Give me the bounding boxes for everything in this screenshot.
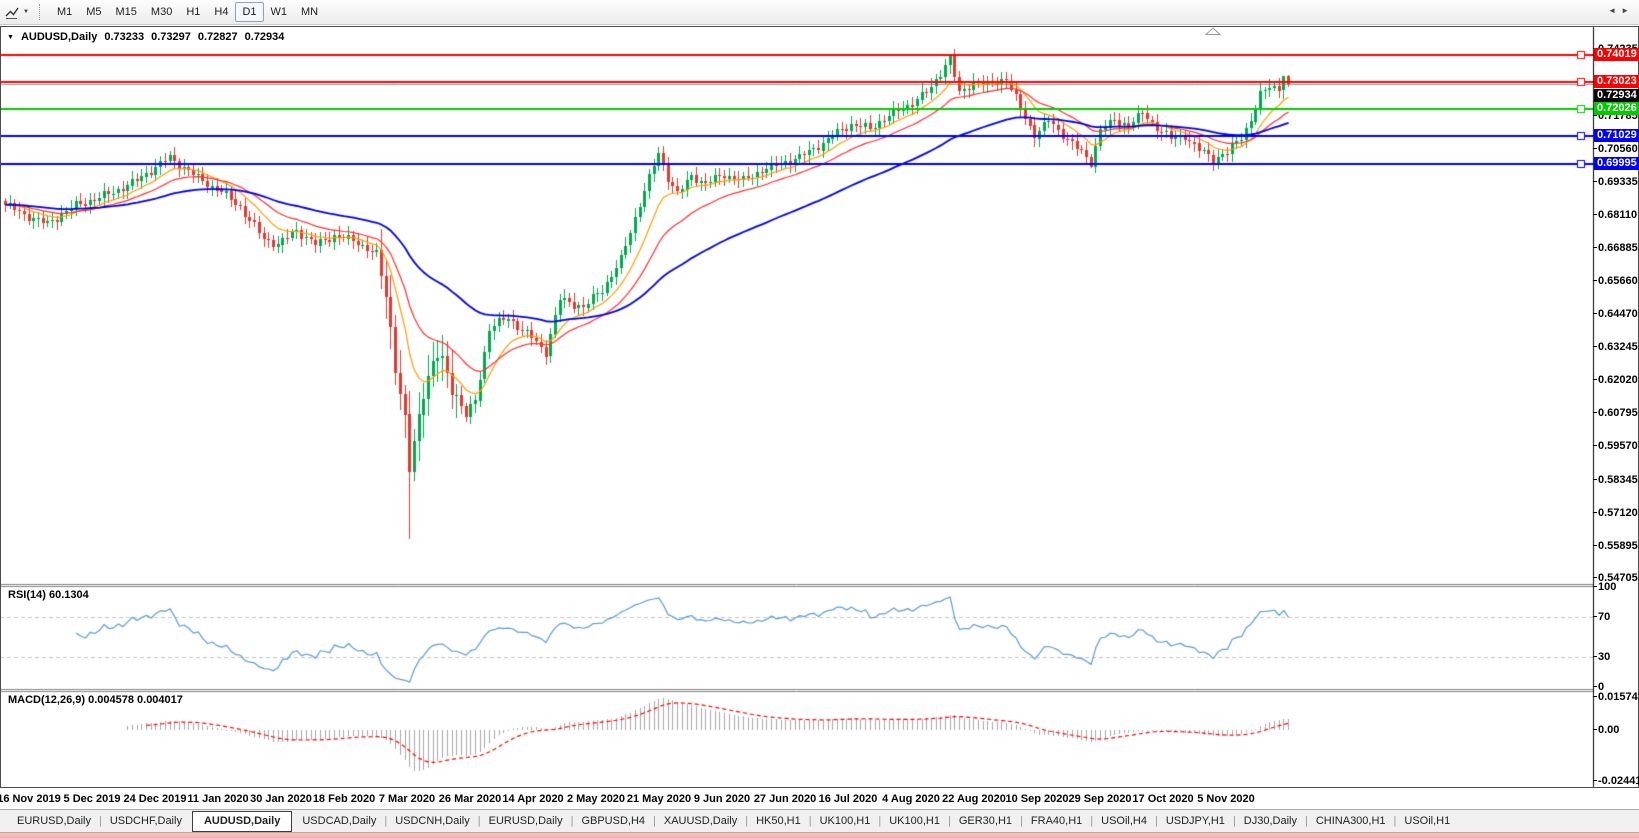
date-axis-label: 5 Dec 2019 <box>63 793 121 805</box>
date-axis-label: 5 Nov 2020 <box>1197 793 1255 805</box>
rsi-axis-label: 30 <box>1593 651 1639 663</box>
date-axis-label: 10 Sep 2020 <box>1005 793 1069 805</box>
price-axis-label: 0.69335 <box>1593 176 1639 188</box>
date-axis-label: 7 Mar 2020 <box>378 793 436 805</box>
date-axis-label: 27 Jun 2020 <box>753 793 817 805</box>
price-axis-label: 0.62020 <box>1593 374 1639 386</box>
price-axis-label: 0.65660 <box>1593 275 1639 287</box>
date-axis-label: 4 Aug 2020 <box>882 793 940 805</box>
tab-xauusd-daily[interactable]: XAUUSD,Daily <box>657 811 744 832</box>
tab-usdcnh-daily[interactable]: USDCNH,Daily <box>388 811 477 832</box>
tab-usdjpy-h1[interactable]: USDJPY,H1 <box>1159 811 1232 832</box>
timeframe-w1[interactable]: W1 <box>264 2 295 22</box>
toolbar-grip[interactable] <box>38 4 41 20</box>
tab-fra40-h1[interactable]: FRA40,H1 <box>1024 811 1089 832</box>
tab-ger30-h1[interactable]: GER30,H1 <box>952 811 1019 832</box>
date-axis-label: 24 Dec 2019 <box>123 793 187 805</box>
date-axis-label: 16 Jul 2020 <box>818 793 878 805</box>
timeframe-m5[interactable]: M5 <box>79 2 108 22</box>
price-axis-label: 0.57120 <box>1593 507 1639 519</box>
bottom-strip <box>0 832 1639 838</box>
timeframe-m30[interactable]: M30 <box>144 2 179 22</box>
date-axis-label: 22 Aug 2020 <box>942 793 1006 805</box>
price-axis-label: 0.66885 <box>1593 242 1639 254</box>
date-axis-label: 14 Apr 2020 <box>502 793 564 805</box>
price-axis-label: 0.64470 <box>1593 308 1639 320</box>
macd-axis-label: 0.015741 <box>1593 691 1639 703</box>
tab-dj30-daily[interactable]: DJ30,Daily <box>1237 811 1304 832</box>
price-axis-label: 0.59570 <box>1593 440 1639 452</box>
date-axis-label: 16 Nov 2019 <box>0 793 61 805</box>
macd-axis-label: -0.024412 <box>1593 775 1639 787</box>
timeframe-m15[interactable]: M15 <box>109 2 144 22</box>
cursor-tool-button[interactable]: ▼ <box>0 4 34 20</box>
timeframe-h1[interactable]: H1 <box>179 2 207 22</box>
chart-tab-bar: EURUSD,Daily | USDCHF,Daily AUDUSD,Daily USD… <box>0 809 1639 832</box>
date-axis-label: 11 Jan 2020 <box>187 793 249 805</box>
current-price-tag: 0.72934 <box>1594 89 1639 102</box>
date-axis-label: 9 Jun 2020 <box>693 793 751 805</box>
top-toolbar: ▼ M1 M5 M15 M30 H1 H4 D1 W1 MN <box>0 0 1639 25</box>
date-axis-label: 17 Oct 2020 <box>1132 793 1194 805</box>
chart-canvas[interactable] <box>0 0 1639 838</box>
chart-shift-marker-icon <box>1205 27 1221 35</box>
date-axis-label: 18 Feb 2020 <box>312 793 376 805</box>
rsi-axis-label: 70 <box>1593 611 1639 623</box>
tab-uk100-h1[interactable]: UK100,H1 <box>882 811 947 832</box>
price-level-tag: 0.73023 <box>1594 75 1639 88</box>
tab-eurusd-daily[interactable]: EURUSD,Daily <box>10 811 98 832</box>
tab-scroll-right-icon[interactable]: ► <box>1621 6 1634 15</box>
timeframe-mn[interactable]: MN <box>294 2 325 22</box>
price-axis-label: 0.58345 <box>1593 474 1639 486</box>
tab-usoil-h1[interactable]: USOil,H1 <box>1397 811 1457 832</box>
tab-usdcad-daily[interactable]: USDCAD,Daily <box>295 811 383 832</box>
tab-scroll-arrows: ◄► <box>1608 6 1634 15</box>
timeframe-m1[interactable]: M1 <box>50 2 79 22</box>
chevron-down-icon: ▼ <box>23 9 29 15</box>
ohlc-open: 0.73233 <box>104 31 145 43</box>
chart-cursor-icon <box>5 7 19 19</box>
tab-eurusd-daily[interactable]: EURUSD,Daily <box>482 811 570 832</box>
ohlc-close: 0.72934 <box>244 31 285 43</box>
collapse-triangle-icon[interactable]: ▼ <box>7 32 14 43</box>
tab-gbpusd-h4[interactable]: GBPUSD,H4 <box>574 811 652 832</box>
price-axis-label: 0.70560 <box>1593 143 1639 155</box>
date-axis-label: 26 Mar 2020 <box>438 793 502 805</box>
tab-audusd-daily[interactable]: AUDUSD,Daily <box>191 810 293 832</box>
price-level-tag: 0.71029 <box>1594 129 1639 142</box>
tab-list: EURUSD,Daily | USDCHF,Daily AUDUSD,Daily USD… <box>10 810 1457 832</box>
tab-usdchf-daily[interactable]: USDCHF,Daily <box>103 811 189 832</box>
tab-usoil-h4[interactable]: USOil,H4 <box>1094 811 1154 832</box>
tab-china300-h1[interactable]: CHINA300,H1 <box>1309 811 1393 832</box>
date-axis-label: 29 Sep 2020 <box>1068 793 1132 805</box>
tab-hk50-h1[interactable]: HK50,H1 <box>749 811 808 832</box>
ohlc-low: 0.72827 <box>197 31 238 43</box>
tab-uk100-h1[interactable]: UK100,H1 <box>813 811 878 832</box>
rsi-axis-label: 100 <box>1593 581 1639 593</box>
date-axis-label: 2 May 2020 <box>566 793 626 805</box>
price-level-tag: 0.69995 <box>1594 157 1639 170</box>
date-axis-label: 21 May 2020 <box>626 793 692 805</box>
price-level-tag: 0.74019 <box>1594 48 1639 61</box>
symbol-label: AUDUSD,Daily <box>20 31 98 43</box>
price-axis-label: 0.63245 <box>1593 341 1639 353</box>
price-axis-label: 0.55895 <box>1593 540 1639 552</box>
rsi-label: RSI(14) 60.1304 <box>8 589 89 601</box>
chart-title: ▼ AUDUSD,Daily 0.73233 0.73297 0.72827 0… <box>7 31 284 43</box>
timeframe-d1[interactable]: D1 <box>235 2 264 22</box>
timeframe-buttons: M1 M5 M15 M30 H1 H4 D1 W1 MN <box>50 2 325 22</box>
ohlc-high: 0.73297 <box>151 31 191 43</box>
timeframe-h4[interactable]: H4 <box>207 2 235 22</box>
price-level-tag: 0.72026 <box>1594 102 1639 115</box>
macd-axis-label: 0.00 <box>1593 724 1639 736</box>
price-axis-label: 0.60795 <box>1593 407 1639 419</box>
date-axis-label: 30 Jan 2020 <box>250 793 312 805</box>
tab-scroll-left-icon[interactable]: ◄ <box>1608 6 1621 15</box>
price-axis-label: 0.68110 <box>1593 209 1639 221</box>
macd-label: MACD(12,26,9) 0.004578 0.004017 <box>8 694 183 706</box>
